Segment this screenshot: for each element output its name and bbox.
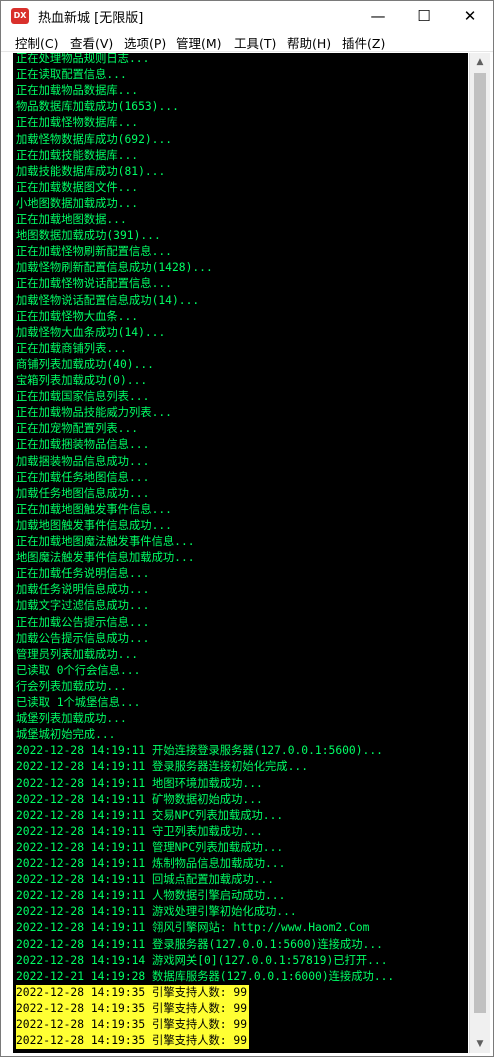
log-line: 2022-12-28 14:19:11 交易NPC列表加载成功... xyxy=(16,808,284,822)
log-line: 正在加载地图触发事件信息... xyxy=(16,502,172,516)
log-line: 商铺列表加载成功(40)... xyxy=(16,357,154,371)
log-line: 2022-12-28 14:19:11 登录服务器连接初始化完成... xyxy=(16,760,308,774)
log-line: 2022-12-28 14:19:35 引擎支持人数: 99 xyxy=(16,984,250,1001)
log-line: 正在加载公告提示信息... xyxy=(16,615,150,629)
log-console[interactable]: 正在处理物品规则日志... 正在读取配置信息... 正在加载物品数据库... 物品数据… xyxy=(13,53,468,1053)
maximize-button[interactable]: ☐ xyxy=(401,1,447,31)
vertical-scrollbar[interactable]: ▲ ▼ xyxy=(469,53,490,1053)
log-line: 正在加载怪物大血条... xyxy=(16,309,139,323)
log-line: 2022-12-28 14:19:11 地图环境加载成功... xyxy=(16,776,263,790)
title-bar[interactable]: DX 热血新城 [无限版] — ☐ ✕ xyxy=(1,1,493,31)
log-line: 正在加载物品数据库... xyxy=(16,84,139,98)
log-line: 2022-12-28 14:19:11 管理NPC列表加载成功... xyxy=(16,840,284,854)
menu-plugins[interactable]: 插件(Z) xyxy=(342,33,385,52)
log-line: 正在处理物品规则日志... xyxy=(16,53,150,65)
log-line: 2022-12-28 14:19:11 炼制物品信息加载成功... xyxy=(16,857,286,870)
menu-options[interactable]: 选项(P) xyxy=(124,33,166,52)
log-line: 正在加载捆装物品信息... xyxy=(16,438,150,452)
log-line: 加载怪物大血条成功(14)... xyxy=(16,325,166,339)
log-line: 加载怪物说话配置信息成功(14)... xyxy=(16,293,200,307)
menu-help[interactable]: 帮助(H) xyxy=(287,33,331,52)
log-line: 正在加载国家信息列表... xyxy=(16,390,150,404)
log-line: 2022-12-28 14:19:11 翎风引擎网站: http://www.H… xyxy=(16,921,370,935)
log-line: 加载技能数据库成功(81)... xyxy=(16,164,166,178)
log-line: 地图数据加载成功(391)... xyxy=(16,229,161,243)
log-line: 加载怪物数据库成功(692)... xyxy=(16,132,173,146)
log-line: 正在加载技能数据库... xyxy=(16,148,139,162)
log-line: 加载文字过滤信息成功... xyxy=(16,599,150,613)
menu-view[interactable]: 查看(V) xyxy=(70,33,113,52)
log-line: 2022-12-28 14:19:11 登录服务器(127.0.0.1:5600… xyxy=(16,937,383,951)
menu-control[interactable]: 控制(C) xyxy=(15,33,58,52)
log-line: 已读取 1个城堡信息... xyxy=(16,696,141,709)
log-line: 正在加载地图数据... xyxy=(16,213,127,226)
log-line: 城堡城初始完成... xyxy=(16,728,116,742)
log-line: 加载捆装物品信息成功... xyxy=(16,454,150,468)
log-line: 已读取 0个行会信息... xyxy=(16,663,141,677)
close-button[interactable]: ✕ xyxy=(447,1,493,31)
minimize-button[interactable]: — xyxy=(355,1,401,31)
scroll-down-icon[interactable]: ▼ xyxy=(470,1035,490,1053)
log-line: 正在加载任务地图信息... xyxy=(16,470,150,484)
log-line: 正在加载怪物刷新配置信息... xyxy=(16,245,172,259)
log-line: 管理员列表加载成功... xyxy=(16,647,139,661)
log-line: 城堡列表加载成功... xyxy=(16,712,127,726)
log-line: 行会列表加载成功... xyxy=(16,679,127,693)
log-line: 正在读取配置信息... xyxy=(16,68,127,82)
scrollbar-thumb[interactable] xyxy=(474,73,486,1013)
log-line: 2022-12-21 14:19:28 数据库服务器(127.0.0.1:600… xyxy=(16,969,395,983)
app-window: DX 热血新城 [无限版] — ☐ ✕ 控制(C) 查看(V) 选项(P) 管理… xyxy=(0,0,494,1057)
log-line: 正在加载商铺列表... xyxy=(16,341,127,355)
menu-bar: 控制(C) 查看(V) 选项(P) 管理(M) 工具(T) 帮助(H) 插件(Z… xyxy=(1,31,493,52)
log-line: 宝箱列表加载成功(0)... xyxy=(16,374,148,387)
log-line: 正在加载怪物说话配置信息... xyxy=(16,277,172,291)
log-line: 正在加载任务说明信息... xyxy=(16,567,150,581)
log-line: 2022-12-28 14:19:11 人物数据引擎启动成功... xyxy=(16,889,286,903)
log-line: 小地图数据加载成功... xyxy=(16,196,139,210)
log-line: 2022-12-28 14:19:35 引擎支持人数: 99 xyxy=(16,1017,250,1033)
menu-manage[interactable]: 管理(M) xyxy=(176,33,222,52)
app-icon: DX xyxy=(11,8,29,24)
log-line: 2022-12-28 14:19:11 游戏处理引擎初始化成功... xyxy=(16,905,297,919)
log-line: 物品数据库加载成功(1653)... xyxy=(16,100,179,114)
log-line: 正在加载物品技能威力列表... xyxy=(16,406,172,420)
log-line: 加载公告提示信息成功... xyxy=(16,631,150,645)
log-line: 正在加宠物配置列表... xyxy=(16,422,139,436)
log-line: 加载怪物刷新配置信息成功(1428)... xyxy=(16,261,213,275)
log-line: 加载任务说明信息成功... xyxy=(16,583,150,597)
log-line: 正在加载数据图文件... xyxy=(16,180,139,194)
menu-tools[interactable]: 工具(T) xyxy=(234,33,276,52)
log-line: 2022-12-28 14:19:11 开始连接登录服务器(127.0.0.1:… xyxy=(16,744,383,758)
log-line: 2022-12-28 14:19:11 守卫列表加载成功... xyxy=(16,824,263,838)
log-line: 2022-12-28 14:19:35 引擎支持人数: 99 xyxy=(16,1000,250,1017)
log-line: 2022-12-28 14:19:11 回城点配置加载成功... xyxy=(16,873,275,887)
log-line: 2022-12-28 14:19:11 矿物数据初始成功... xyxy=(16,792,263,806)
log-line: 正在加载怪物数据库... xyxy=(16,116,139,130)
log-line: 地图魔法触发事件信息加载成功... xyxy=(16,551,195,565)
window-title: 热血新城 [无限版] xyxy=(38,11,144,26)
log-line: 2022-12-28 14:19:14 游戏网关[0](127.0.0.1:57… xyxy=(16,953,388,967)
scroll-up-icon[interactable]: ▲ xyxy=(470,53,490,71)
log-line: 加载任务地图信息成功... xyxy=(16,486,150,500)
log-line: 加载地图触发事件信息成功... xyxy=(16,518,172,532)
log-line: 正在加载地图魔法触发事件信息... xyxy=(16,535,195,548)
log-line: 2022-12-28 14:19:35 引擎支持人数: 99 xyxy=(16,1033,250,1050)
